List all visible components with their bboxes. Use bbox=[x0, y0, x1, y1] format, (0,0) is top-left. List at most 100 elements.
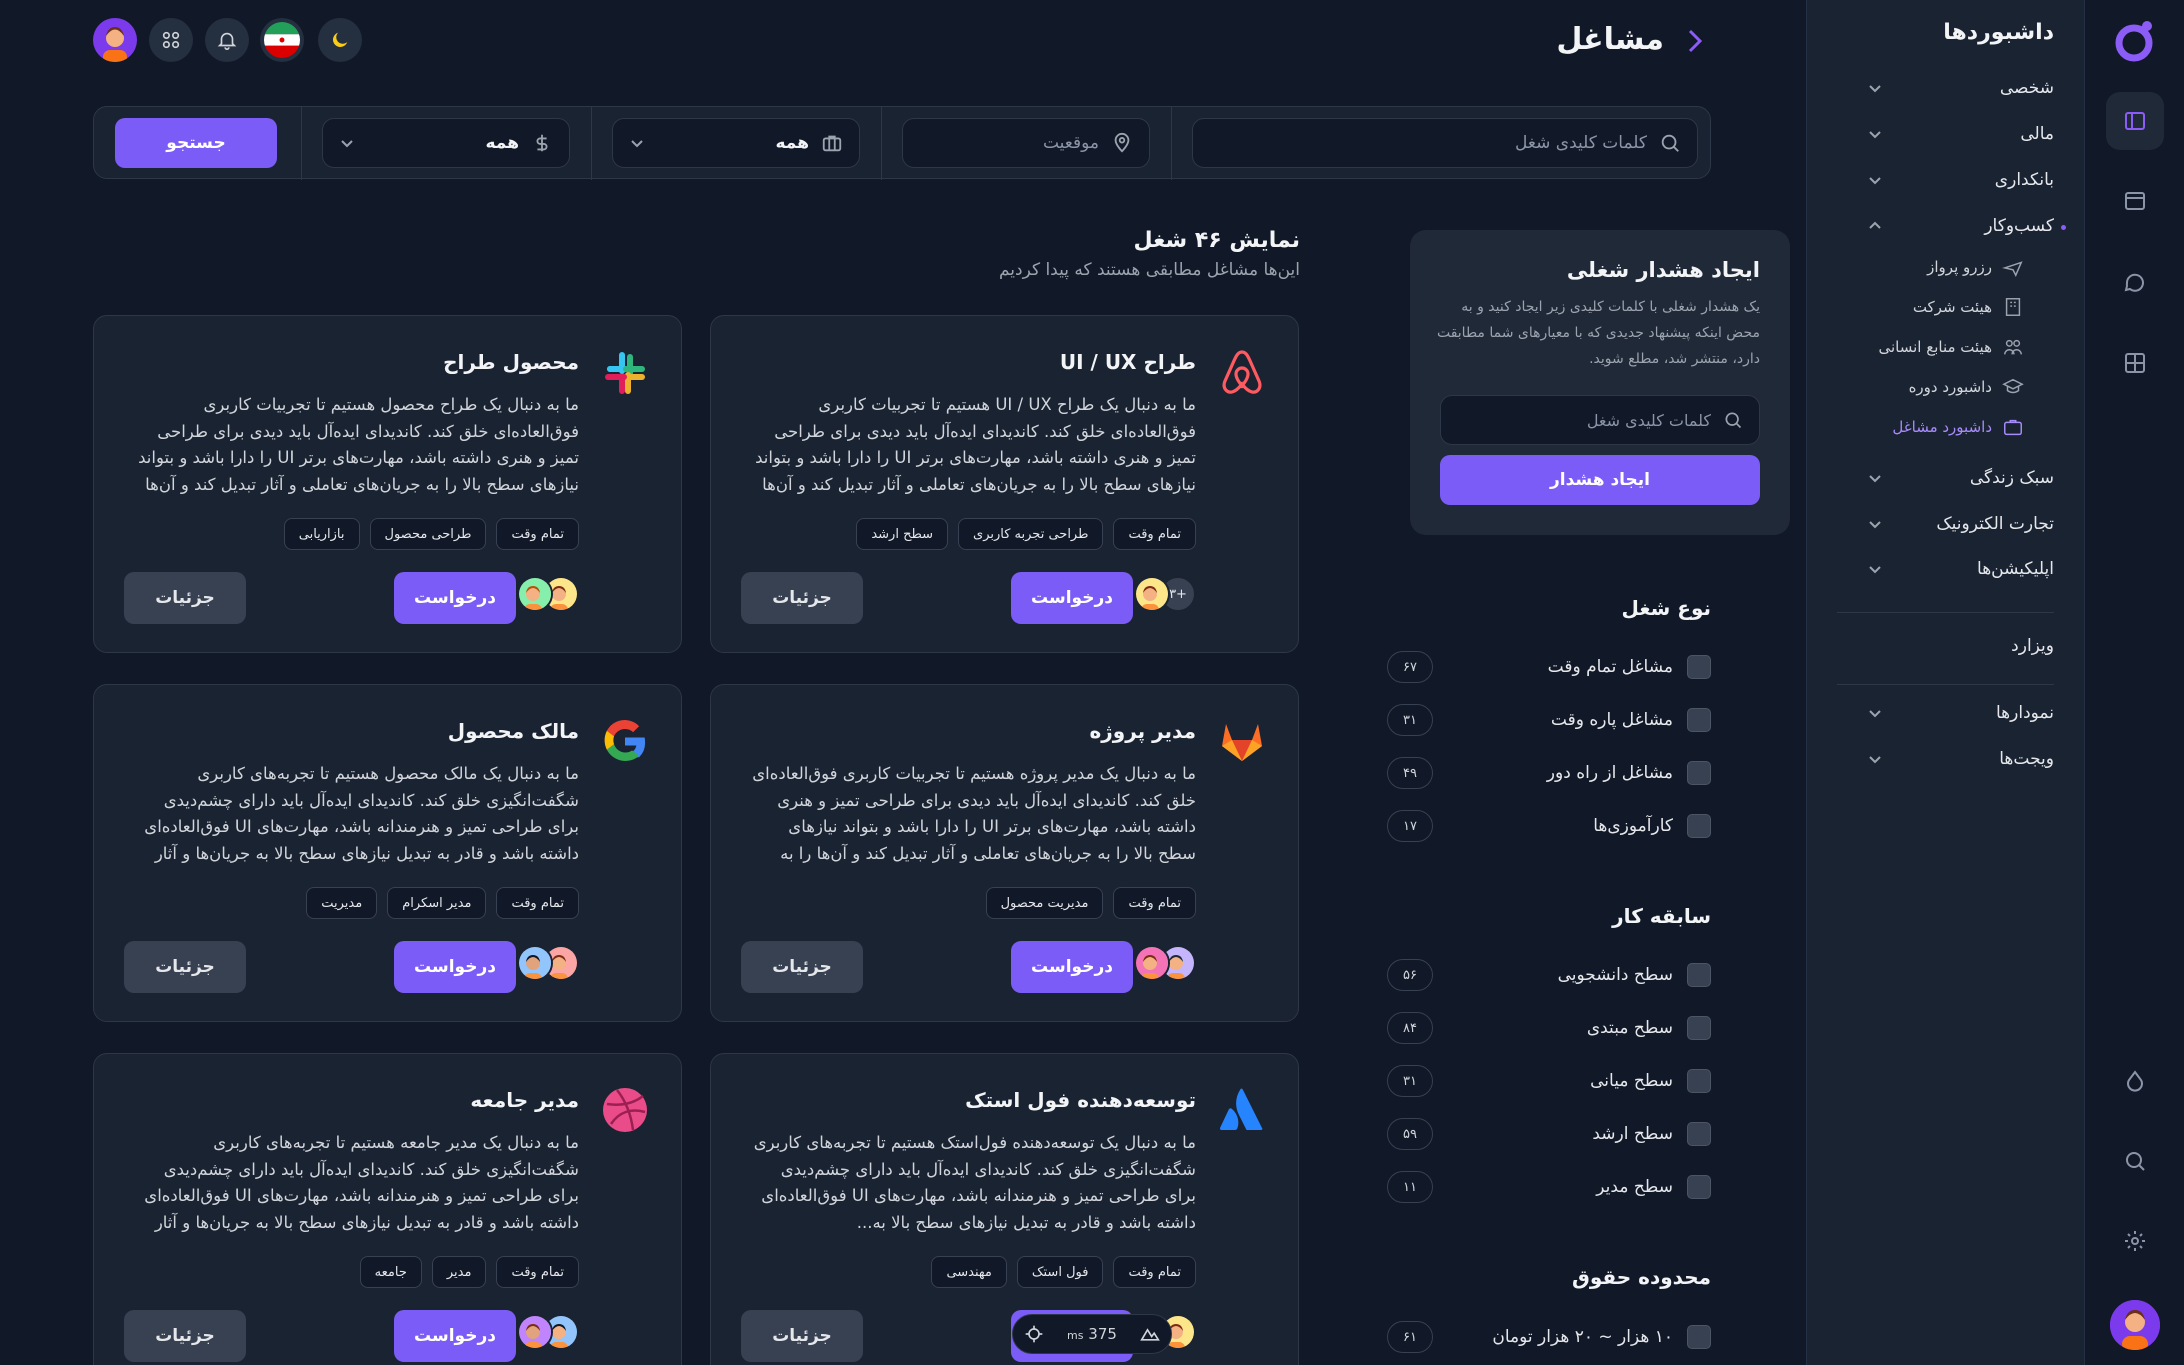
location-input[interactable]: موقعیت bbox=[902, 118, 1150, 168]
details-button[interactable]: جزئیات bbox=[741, 941, 863, 993]
checkbox[interactable] bbox=[1687, 708, 1711, 732]
sidebar-sub-company[interactable]: هیئت شرکت bbox=[1867, 296, 2024, 318]
checkbox[interactable] bbox=[1687, 814, 1711, 838]
sidebar-item-widgets[interactable]: ویجت‌ها bbox=[1867, 749, 2054, 769]
job-card: محصول طراح ما به دنبال یک طراح محصول هستی… bbox=[93, 315, 682, 653]
theme-toggle-button[interactable] bbox=[318, 18, 362, 62]
create-alert-button[interactable]: ایجاد هشدار bbox=[1440, 455, 1760, 505]
details-button[interactable]: جزئیات bbox=[741, 1310, 863, 1362]
sidebar-sub-flight[interactable]: رزرو پرواز bbox=[1867, 256, 2024, 278]
filter-row[interactable]: سطح مدیر ۱۱ bbox=[1387, 1170, 1711, 1204]
job-title[interactable]: مدیر جامعه bbox=[470, 1088, 579, 1112]
language-flag-button[interactable] bbox=[260, 18, 304, 62]
job-title[interactable]: طراح UI / UX bbox=[1060, 350, 1196, 374]
sidebar-item-ecommerce[interactable]: تجارت الکترونیک bbox=[1867, 514, 2054, 534]
sidebar-item-apps[interactable]: اپلیکیشن‌ها bbox=[1867, 559, 2054, 579]
keywords-input[interactable]: کلمات کلیدی شغل bbox=[1192, 118, 1698, 168]
checkbox[interactable] bbox=[1687, 1016, 1711, 1040]
chevron-down-icon bbox=[1869, 756, 1881, 764]
job-tag: طراحی تجربه کاربری bbox=[958, 518, 1104, 550]
app-logo-icon[interactable] bbox=[2110, 18, 2156, 64]
sidebar-item-charts[interactable]: نمودارها bbox=[1867, 703, 2054, 723]
filter-row[interactable]: سطح میانی ۳۱ bbox=[1387, 1064, 1711, 1098]
filter-row[interactable]: مشاغل از راه دور ۴۹ bbox=[1387, 756, 1711, 790]
location-placeholder: موقعیت bbox=[1042, 133, 1099, 153]
job-description: ما به دنبال یک توسعه‌دهنده فول‌استک هستی… bbox=[753, 1133, 1196, 1232]
apply-button[interactable]: درخواست bbox=[394, 572, 516, 624]
window-icon[interactable] bbox=[2106, 172, 2164, 230]
checkbox[interactable] bbox=[1687, 655, 1711, 679]
apply-button[interactable]: درخواست bbox=[394, 1310, 516, 1362]
checkbox[interactable] bbox=[1687, 963, 1711, 987]
chat-icon[interactable] bbox=[2106, 254, 2164, 312]
filter-row[interactable]: سطح دانشجویی ۵۶ bbox=[1387, 958, 1711, 992]
apply-button[interactable]: درخواست bbox=[1011, 572, 1133, 624]
apply-button[interactable]: درخواست bbox=[1011, 941, 1133, 993]
applicants bbox=[517, 1314, 579, 1350]
job-card: مالک محصول ما به دنبال یک مالک محصول هستی… bbox=[93, 684, 682, 1022]
job-type-select[interactable]: همه bbox=[612, 118, 860, 168]
perf-monitor[interactable]: ms 375 bbox=[1012, 1314, 1172, 1354]
apply-button[interactable]: درخواست bbox=[394, 941, 516, 993]
apps-button[interactable] bbox=[149, 18, 193, 62]
layout-icon[interactable] bbox=[2106, 92, 2164, 150]
details-button[interactable]: جزئیات bbox=[741, 572, 863, 624]
profile-avatar[interactable] bbox=[93, 18, 137, 62]
checkbox[interactable] bbox=[1687, 1069, 1711, 1093]
job-title[interactable]: مدیر پروژه bbox=[1089, 719, 1196, 743]
user-avatar[interactable] bbox=[2110, 1300, 2160, 1350]
sidebar-item-label: اپلیکیشن‌ها bbox=[1977, 559, 2054, 579]
grid-icon[interactable] bbox=[2106, 334, 2164, 392]
sidebar-item-banking[interactable]: بانکداری bbox=[1867, 170, 2054, 190]
sidebar-divider bbox=[1837, 612, 2054, 613]
search-button[interactable]: جستجو bbox=[115, 118, 277, 168]
job-tag: مدیریت bbox=[306, 887, 378, 919]
search-icon[interactable] bbox=[2106, 1132, 2164, 1190]
job-tag: تمام وقت bbox=[1113, 518, 1196, 550]
job-title[interactable]: محصول طراح bbox=[443, 350, 579, 374]
sidebar-sub-course[interactable]: داشبورد دوره bbox=[1867, 376, 2024, 398]
details-button[interactable]: جزئیات bbox=[124, 941, 246, 993]
chevron-down-icon bbox=[1869, 475, 1881, 483]
salary-value: همه bbox=[485, 133, 520, 153]
details-button[interactable]: جزئیات bbox=[124, 572, 246, 624]
filter-row[interactable]: سطح مبتدی ۸۴ bbox=[1387, 1011, 1711, 1045]
sidebar-item-lifestyle[interactable]: سبک زندگی bbox=[1867, 468, 2054, 488]
job-description: ما به دنبال یک طراح محصول هستیم تا تجربی… bbox=[138, 395, 579, 494]
filter-row[interactable]: مشاغل تمام وقت ۶۷ bbox=[1387, 650, 1711, 684]
slack-icon bbox=[597, 344, 653, 400]
filter-label: سطح ارشد bbox=[1592, 1124, 1673, 1144]
sidebar-item-label: مالی bbox=[2020, 124, 2054, 144]
back-chevron-icon[interactable] bbox=[1682, 26, 1708, 56]
sidebar-item-wizard[interactable]: ویزارد bbox=[1867, 636, 2054, 656]
job-tags: تمام وقت مدیر جامعه bbox=[359, 1256, 579, 1288]
users-icon bbox=[2004, 339, 2022, 355]
job-tag: تمام وقت bbox=[1113, 887, 1196, 919]
settings-icon[interactable] bbox=[2106, 1212, 2164, 1270]
filter-row[interactable]: سطح ارشد ۵۹ bbox=[1387, 1117, 1711, 1151]
sidebar-item-finance[interactable]: مالی bbox=[1867, 124, 2054, 144]
checkbox[interactable] bbox=[1687, 1122, 1711, 1146]
checkbox[interactable] bbox=[1687, 761, 1711, 785]
alert-title: ایجاد هشدار شغلی bbox=[1566, 258, 1760, 282]
filter-row[interactable]: ۱۰ هزار ~ ۲۰ هزار تومان ۶۱ bbox=[1387, 1320, 1711, 1354]
notifications-button[interactable] bbox=[205, 18, 249, 62]
perf-value: ms 375 bbox=[1067, 1325, 1117, 1343]
sidebar-item-label: سبک زندگی bbox=[1969, 468, 2054, 488]
salary-select[interactable]: همه bbox=[322, 118, 570, 168]
drop-icon[interactable] bbox=[2106, 1052, 2164, 1110]
alert-description: یک هشدار شغلی با کلمات کلیدی زیر ایجاد ک… bbox=[1436, 299, 1760, 367]
filter-row[interactable]: کارآموزی‌ها ۱۷ bbox=[1387, 809, 1711, 843]
sidebar-item-personal[interactable]: شخصی bbox=[1867, 78, 2054, 98]
filter-row[interactable]: مشاغل پاره وقت ۳۱ bbox=[1387, 703, 1711, 737]
job-title[interactable]: مالک محصول bbox=[448, 719, 579, 743]
checkbox[interactable] bbox=[1687, 1325, 1711, 1349]
sidebar-sub-hr[interactable]: هیئت منابع انسانی bbox=[1867, 336, 2024, 358]
job-title[interactable]: توسعه‌دهنده فول استک bbox=[965, 1088, 1196, 1112]
sidebar-item-label: تجارت الکترونیک bbox=[1936, 514, 2054, 534]
details-button[interactable]: جزئیات bbox=[124, 1310, 246, 1362]
checkbox[interactable] bbox=[1687, 1175, 1711, 1199]
sidebar-sub-jobs[interactable]: داشبورد مشاغل bbox=[1867, 416, 2024, 438]
sidebar-item-business[interactable]: کسب‌وکار bbox=[1867, 216, 2054, 236]
alert-keywords-input[interactable]: کلمات کلیدی شغل bbox=[1440, 395, 1760, 445]
